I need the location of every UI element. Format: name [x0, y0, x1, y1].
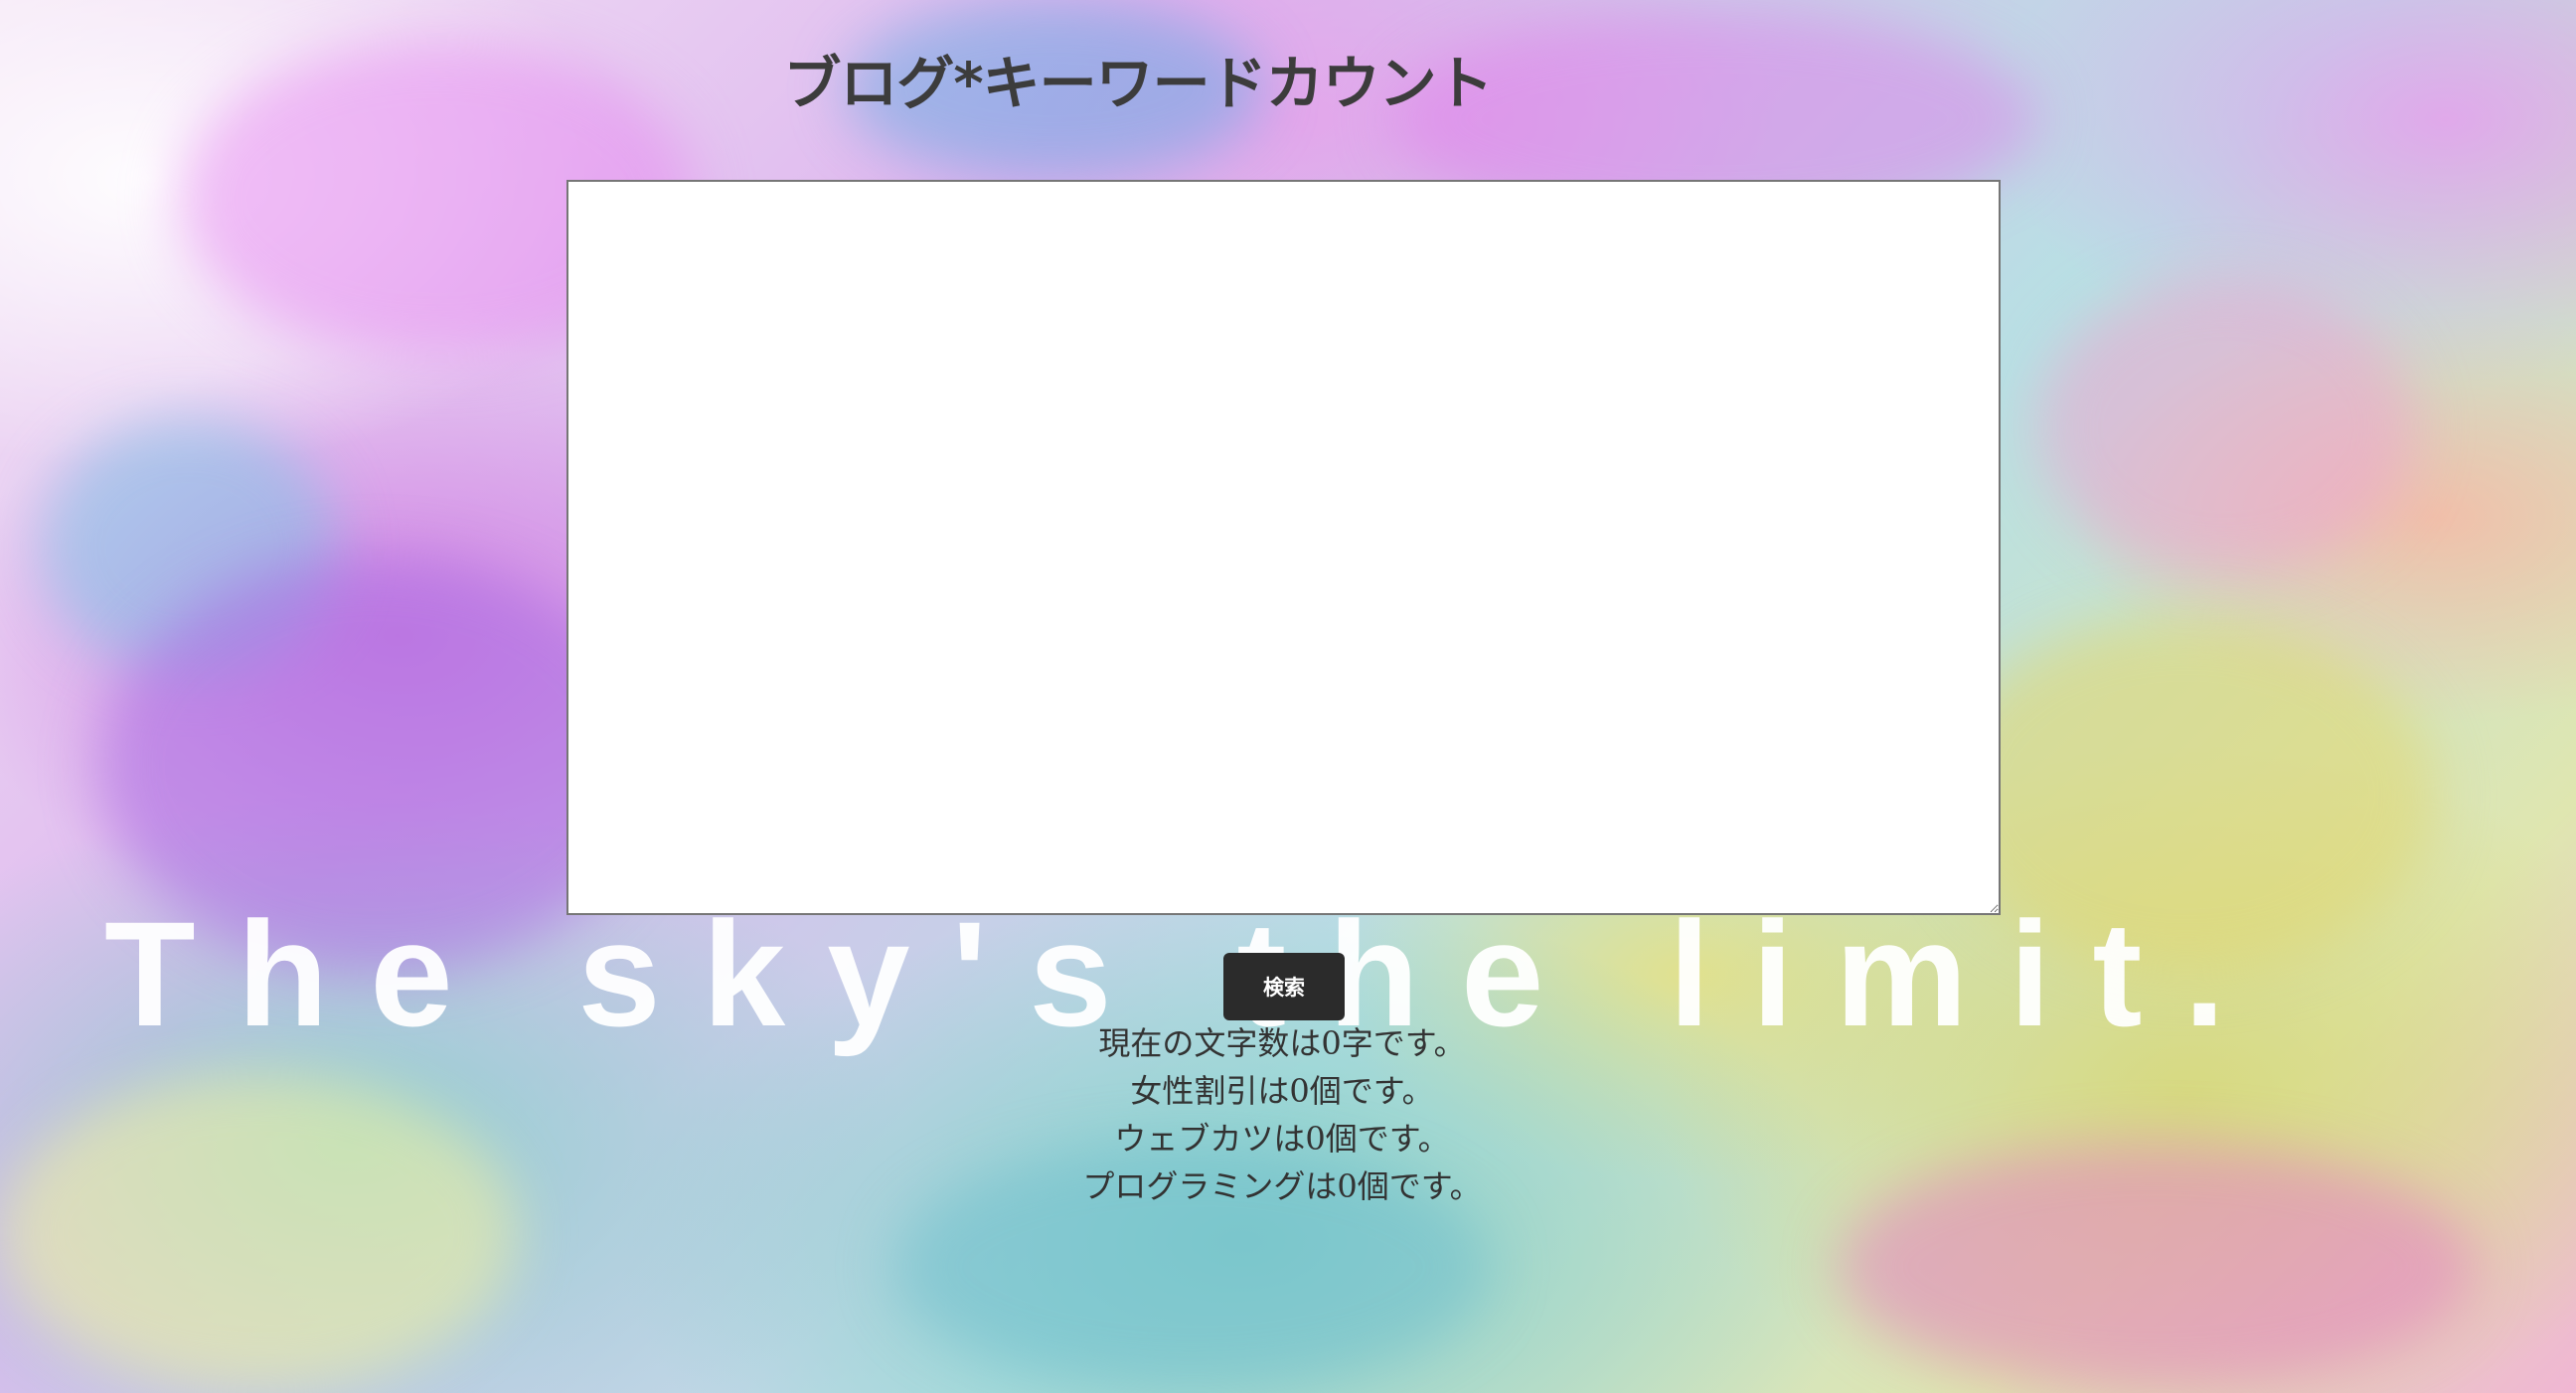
keyword-count-result: プログラミングは0個です。: [1082, 1167, 1482, 1205]
search-button[interactable]: 検索: [1223, 953, 1345, 1020]
page-title: ブログ*キーワードカウント: [783, 50, 1493, 117]
blog-text-input[interactable]: [566, 180, 2001, 915]
keyword-count-result: 女性割引は0個です。: [1130, 1072, 1434, 1110]
results-panel: 現在の文字数は0字です。 女性割引は0個です。 ウェブカツは0個です。 プログラ…: [0, 1019, 2564, 1210]
paint-blob: [2037, 278, 2415, 576]
keyword-count-result: ウェブカツは0個です。: [1114, 1120, 1450, 1158]
char-count-result: 現在の文字数は0字です。: [1098, 1024, 1466, 1062]
